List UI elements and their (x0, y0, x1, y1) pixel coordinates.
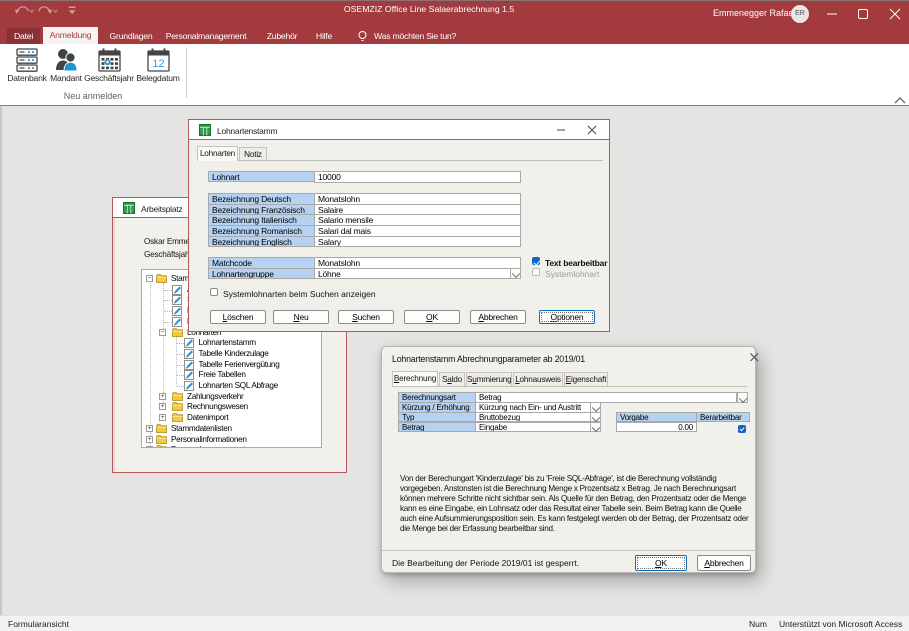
svg-text:12: 12 (152, 58, 164, 70)
